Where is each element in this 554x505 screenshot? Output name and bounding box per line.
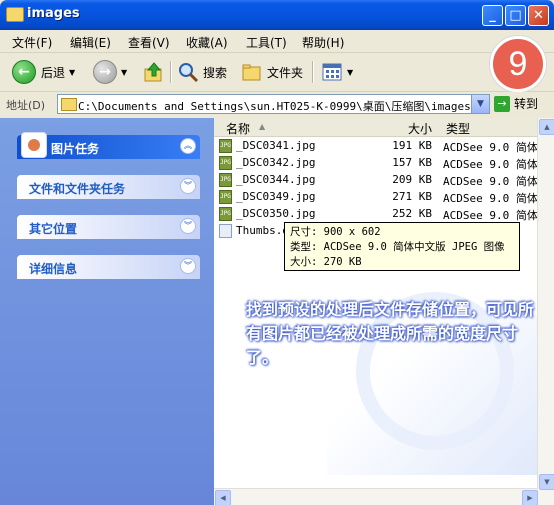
scroll-right-icon[interactable]: ▶ bbox=[522, 490, 538, 505]
dropdown-arrow-icon[interactable]: ▼ bbox=[121, 68, 127, 77]
task-pane: 图片任务 ︽ 文件和文件夹任务 ︾ 其它位置 ︾ 详细信息 ︾ bbox=[0, 118, 214, 505]
task-label: 文件和文件夹任务 bbox=[29, 182, 126, 196]
picture-tasks-icon bbox=[21, 132, 47, 158]
scroll-up-icon[interactable]: ▲ bbox=[539, 119, 554, 135]
file-name: _DSC0350.jpg bbox=[236, 207, 316, 220]
file-size: 252 KB bbox=[392, 207, 432, 220]
up-folder-icon bbox=[144, 62, 162, 82]
address-bar: 地址(D) C:\Documents and Settings\sun.HT02… bbox=[0, 92, 554, 116]
jpg-file-icon: JPG bbox=[219, 173, 232, 187]
file-info-tooltip: 尺寸: 900 x 602 类型: ACDSee 9.0 简体中文版 JPEG … bbox=[284, 222, 520, 271]
back-arrow-icon: ← bbox=[12, 60, 36, 84]
title-bar[interactable]: images _ □ ✕ bbox=[0, 0, 554, 30]
search-label: 搜索 bbox=[203, 65, 228, 80]
task-label: 详细信息 bbox=[29, 262, 78, 276]
forward-arrow-icon: → bbox=[93, 60, 117, 84]
search-button[interactable]: 搜索 bbox=[177, 59, 227, 85]
file-row[interactable]: JPG _DSC0349.jpg 271 KB ACDSee 9.0 简体... bbox=[214, 189, 554, 206]
maximize-button[interactable]: □ bbox=[505, 5, 526, 26]
menu-help[interactable]: 帮助(H) bbox=[302, 34, 344, 51]
menu-tools[interactable]: 工具(T) bbox=[246, 34, 287, 51]
tooltip-type: 类型: ACDSee 9.0 简体中文版 JPEG 图像 bbox=[290, 241, 505, 253]
jpg-file-icon: JPG bbox=[219, 207, 232, 221]
folders-label: 文件夹 bbox=[267, 65, 304, 80]
jpg-file-icon: JPG bbox=[219, 190, 232, 204]
tooltip-size: 大小: 270 KB bbox=[290, 256, 362, 268]
folders-icon bbox=[242, 64, 261, 81]
file-row[interactable]: JPG _DSC0341.jpg 191 KB ACDSee 9.0 简体... bbox=[214, 138, 554, 155]
annotation-text: 找到预设的处理后文件存储位置，可见所有图片都已经被处理成所需的宽度尺寸了。 bbox=[246, 300, 535, 367]
search-icon bbox=[179, 63, 199, 83]
menu-file[interactable]: 文件(F) bbox=[12, 34, 52, 51]
step-badge: 9 bbox=[490, 36, 546, 92]
horizontal-scrollbar[interactable]: ◀ ▶ bbox=[214, 488, 538, 505]
file-name: _DSC0341.jpg bbox=[236, 139, 316, 152]
back-label: 后退 bbox=[41, 65, 66, 80]
file-row[interactable]: JPG _DSC0342.jpg 157 KB ACDSee 9.0 简体... bbox=[214, 155, 554, 172]
sort-arrow-icon: ▲ bbox=[259, 122, 266, 131]
column-size[interactable]: 大小 bbox=[408, 120, 432, 137]
up-folder-button[interactable] bbox=[143, 59, 165, 85]
views-icon bbox=[322, 63, 342, 81]
scroll-left-icon[interactable]: ◀ bbox=[215, 490, 231, 505]
column-headers: 名称 ▲ 大小 类型 bbox=[214, 118, 538, 137]
jpg-file-icon: JPG bbox=[219, 156, 232, 170]
toolbar-divider bbox=[170, 61, 172, 83]
menu-bar: 文件(F) 编辑(E) 查看(V) 收藏(A) 工具(T) 帮助(H) bbox=[0, 30, 554, 53]
column-type[interactable]: 类型 bbox=[446, 120, 470, 137]
dropdown-arrow-icon[interactable]: ▼ bbox=[69, 68, 75, 77]
folder-icon bbox=[6, 7, 24, 22]
address-input[interactable]: C:\Documents and Settings\sun.HT025-K-09… bbox=[57, 94, 490, 114]
other-places-header[interactable]: 其它位置 ︾ bbox=[17, 215, 200, 239]
window-title: images bbox=[27, 6, 80, 21]
address-dropdown-icon[interactable]: ▼ bbox=[471, 95, 489, 113]
address-path: C:\Documents and Settings\sun.HT025-K-09… bbox=[78, 100, 471, 113]
address-label: 地址(D) bbox=[6, 99, 46, 112]
expand-chevron-icon[interactable]: ︾ bbox=[180, 178, 196, 194]
go-label: 转到 bbox=[514, 97, 539, 111]
picture-tasks-header[interactable]: 图片任务 ︽ bbox=[17, 132, 200, 159]
views-button[interactable]: ▼ bbox=[321, 59, 353, 85]
forward-button[interactable]: → ▼ bbox=[93, 59, 127, 85]
toolbar-divider bbox=[312, 61, 314, 83]
folders-button[interactable]: 文件夹 bbox=[241, 59, 303, 85]
jpg-file-icon: JPG bbox=[219, 139, 232, 153]
scroll-down-icon[interactable]: ▼ bbox=[539, 474, 554, 490]
file-size: 209 KB bbox=[392, 173, 432, 186]
menu-edit[interactable]: 编辑(E) bbox=[70, 34, 111, 51]
task-label: 图片任务 bbox=[51, 142, 100, 156]
expand-chevron-icon[interactable]: ︾ bbox=[180, 258, 196, 274]
file-name: _DSC0342.jpg bbox=[236, 156, 316, 169]
back-button[interactable]: ← 后退 ▼ bbox=[12, 59, 75, 85]
file-name: Thumbs.d bbox=[236, 224, 289, 237]
dropdown-arrow-icon[interactable]: ▼ bbox=[347, 68, 353, 77]
file-name: _DSC0344.jpg bbox=[236, 173, 316, 186]
file-name: _DSC0349.jpg bbox=[236, 190, 316, 203]
folder-icon bbox=[61, 98, 77, 111]
task-label: 其它位置 bbox=[29, 222, 78, 236]
file-size: 271 KB bbox=[392, 190, 432, 203]
minimize-button[interactable]: _ bbox=[482, 5, 503, 26]
system-file-icon bbox=[219, 224, 232, 238]
collapse-chevron-icon[interactable]: ︽ bbox=[180, 138, 196, 154]
details-header[interactable]: 详细信息 ︾ bbox=[17, 255, 200, 279]
expand-chevron-icon[interactable]: ︾ bbox=[180, 218, 196, 234]
toolbar: ← 后退 ▼ → ▼ 搜索 文件夹 ▼ bbox=[0, 53, 554, 92]
go-arrow-icon: → bbox=[494, 95, 510, 112]
menu-favorites[interactable]: 收藏(A) bbox=[186, 34, 228, 51]
go-button[interactable]: → 转到 bbox=[494, 95, 538, 112]
file-size: 157 KB bbox=[392, 156, 432, 169]
tooltip-dimensions: 尺寸: 900 x 602 bbox=[290, 226, 381, 238]
file-size: 191 KB bbox=[392, 139, 432, 152]
close-button[interactable]: ✕ bbox=[528, 5, 549, 26]
file-row[interactable]: JPG _DSC0350.jpg 252 KB ACDSee 9.0 简体... bbox=[214, 206, 554, 223]
menu-view[interactable]: 查看(V) bbox=[128, 34, 170, 51]
explorer-window: images _ □ ✕ 文件(F) 编辑(E) 查看(V) 收藏(A) 工具(… bbox=[0, 0, 554, 505]
file-row[interactable]: JPG _DSC0344.jpg 209 KB ACDSee 9.0 简体... bbox=[214, 172, 554, 189]
file-folder-tasks-header[interactable]: 文件和文件夹任务 ︾ bbox=[17, 175, 200, 199]
column-name[interactable]: 名称 bbox=[226, 120, 250, 137]
